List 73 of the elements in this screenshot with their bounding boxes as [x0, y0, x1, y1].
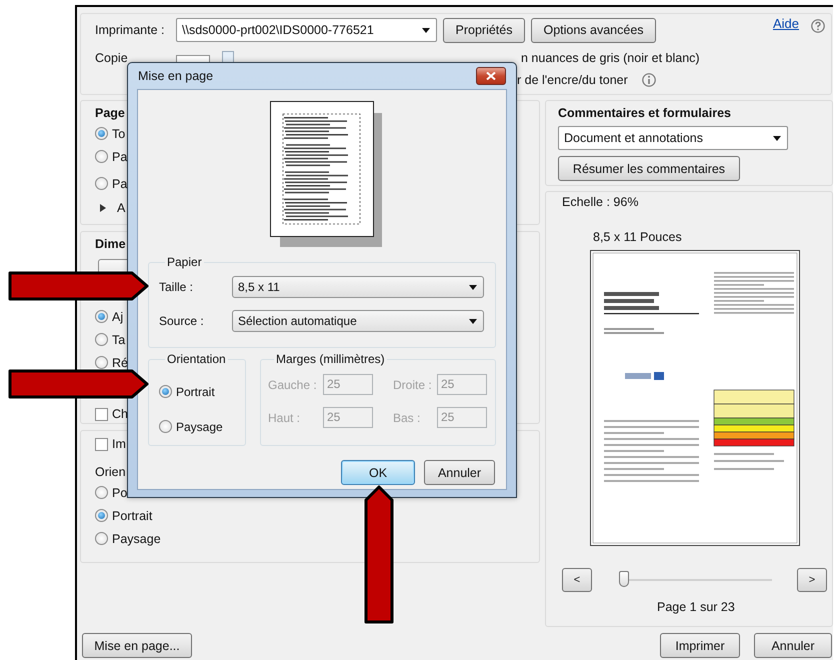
radio-button[interactable]	[95, 150, 108, 163]
ink-saver-label: r de l'encre/du toner	[517, 73, 628, 87]
radio-button[interactable]	[95, 532, 108, 545]
ok-button[interactable]: OK	[341, 460, 415, 485]
radio-button[interactable]	[159, 385, 172, 398]
caret-icon	[773, 136, 781, 141]
radio-label: Paysage	[176, 420, 223, 434]
properties-button[interactable]: Propriétés	[443, 18, 525, 42]
group-title: Marges (millimètres)	[275, 352, 386, 366]
printer-dropdown[interactable]: \\sds0000-prt002\IDS0000-776521	[176, 18, 437, 42]
section-title: Commentaires et formulaires	[558, 106, 731, 122]
radio-label: To	[112, 126, 126, 140]
group-title: Papier	[166, 255, 203, 269]
radio-label: Portrait	[176, 384, 215, 398]
caret-icon	[469, 284, 477, 290]
cancel-button[interactable]: Annuler	[424, 460, 495, 485]
radio-button[interactable]	[95, 509, 108, 522]
more-options-label[interactable]: A	[117, 201, 126, 215]
print-button[interactable]: Imprimer	[660, 633, 740, 658]
radio-button[interactable]	[159, 420, 172, 433]
margin-label: Bas :	[392, 410, 422, 424]
scale-label: Echelle : 96%	[562, 195, 640, 209]
radio-label: Ré	[112, 356, 128, 370]
paper-size-dropdown[interactable]: 8,5 x 11	[232, 276, 484, 298]
radio-label: Pa	[112, 176, 128, 190]
radio-label: Portrait	[112, 508, 152, 522]
radio-button[interactable]	[95, 127, 108, 140]
previous-page-button[interactable]: <	[562, 568, 592, 592]
summarize-comments-button[interactable]: Résumer les commentaires	[558, 156, 740, 181]
caret-icon	[422, 28, 430, 33]
page-setup-button[interactable]: Mise en page...	[82, 633, 192, 658]
group-title: Orientation	[166, 352, 227, 366]
checkbox-label: Im	[112, 437, 126, 451]
help-icon[interactable]	[811, 19, 825, 33]
radio-button[interactable]	[95, 177, 108, 190]
caret-icon	[469, 318, 477, 324]
dialog-title: Mise en page	[138, 69, 214, 83]
info-icon[interactable]	[642, 73, 656, 87]
section-title: Orien	[95, 465, 126, 481]
checkbox[interactable]	[95, 438, 108, 450]
grayscale-label: n nuances de gris (noir et blanc)	[521, 51, 700, 65]
radio-button[interactable]	[95, 486, 108, 499]
expand-icon[interactable]	[100, 204, 106, 212]
margin-label: Droite :	[392, 378, 433, 392]
radio-label: Paysage	[112, 532, 161, 546]
radio-label: Ta	[112, 332, 126, 346]
close-button[interactable]	[476, 66, 506, 84]
cancel-button[interactable]: Annuler	[754, 633, 832, 658]
section-title: Dime	[95, 237, 126, 253]
advanced-options-button[interactable]: Options avancées	[531, 18, 656, 42]
margin-label: Gauche :	[268, 378, 318, 392]
page-counter: Page 1 sur 23	[657, 600, 736, 614]
checkbox-label: Ch	[112, 407, 128, 421]
radio-button[interactable]	[95, 333, 108, 346]
paper-source-dropdown[interactable]: Sélection automatique	[232, 310, 484, 332]
next-page-button[interactable]: >	[797, 568, 827, 592]
printer-label: Imprimante :	[95, 23, 166, 37]
margin-label: Haut :	[268, 410, 302, 424]
copies-label: Copie	[95, 51, 129, 65]
radio-label: Pa	[112, 150, 128, 164]
close-icon[interactable]	[486, 72, 496, 80]
help-link[interactable]: Aide	[772, 16, 799, 30]
source-label: Source :	[159, 314, 205, 328]
radio-label: Aj	[112, 310, 124, 324]
radio-label: Po	[112, 486, 128, 500]
section-title: Page	[95, 106, 125, 122]
checkbox[interactable]	[95, 408, 108, 420]
size-label: Taille :	[159, 280, 194, 294]
spin-up-icon[interactable]	[222, 51, 234, 63]
page-size-label: 8,5 x 11 Pouces	[593, 230, 683, 244]
radio-button[interactable]	[95, 310, 108, 323]
comments-dropdown[interactable]: Document et annotations	[558, 126, 788, 150]
radio-button[interactable]	[95, 356, 108, 369]
